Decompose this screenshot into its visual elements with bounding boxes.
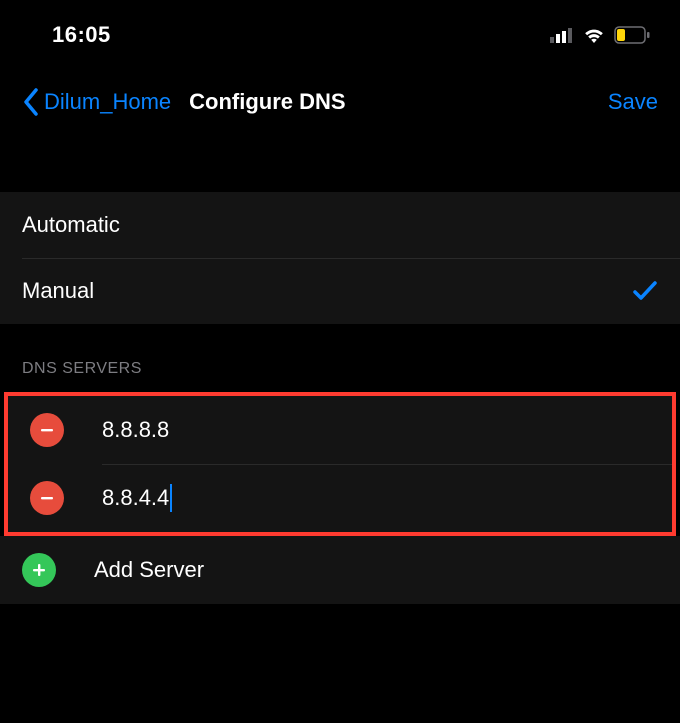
dns-server-field[interactable]: 8.8.4.4: [102, 484, 172, 512]
add-server-list: Add Server: [0, 536, 680, 604]
battery-icon: [614, 26, 650, 44]
mode-option-automatic[interactable]: Automatic: [0, 192, 680, 258]
annotation-highlight: 8.8.8.8 8.8.4.4: [4, 392, 676, 536]
dns-servers-header: DNS SERVERS: [0, 324, 680, 392]
add-server-label: Add Server: [94, 557, 204, 583]
minus-icon: [39, 490, 55, 506]
remove-server-button[interactable]: [30, 413, 64, 447]
dns-server-field[interactable]: 8.8.8.8: [102, 417, 169, 443]
checkmark-icon: [632, 279, 658, 303]
status-icons: [550, 26, 650, 44]
back-button[interactable]: Dilum_Home: [22, 88, 171, 116]
mode-label: Manual: [22, 278, 94, 304]
cellular-icon: [550, 27, 574, 43]
plus-icon: [31, 562, 47, 578]
page-title: Configure DNS: [189, 89, 345, 115]
wifi-icon: [582, 26, 606, 44]
dns-server-value: 8.8.8.8: [102, 417, 169, 443]
remove-server-button[interactable]: [30, 481, 64, 515]
add-server-row[interactable]: Add Server: [0, 536, 680, 604]
back-label: Dilum_Home: [44, 89, 171, 115]
nav-bar: Dilum_Home Configure DNS Save: [0, 60, 680, 138]
add-server-button[interactable]: [22, 553, 56, 587]
save-button[interactable]: Save: [608, 89, 658, 115]
dns-server-value: 8.8.4.4: [102, 485, 169, 511]
chevron-left-icon: [22, 88, 40, 116]
mode-option-manual[interactable]: Manual: [0, 258, 680, 324]
status-time: 16:05: [52, 22, 111, 48]
mode-label: Automatic: [22, 212, 120, 238]
status-bar: 16:05: [0, 0, 680, 60]
minus-icon: [39, 422, 55, 438]
dns-server-row[interactable]: 8.8.4.4: [8, 464, 672, 532]
dns-mode-list: Automatic Manual: [0, 192, 680, 324]
dns-server-row[interactable]: 8.8.8.8: [8, 396, 672, 464]
text-cursor: [170, 484, 172, 512]
dns-servers-list: 8.8.8.8 8.8.4.4: [8, 396, 672, 532]
